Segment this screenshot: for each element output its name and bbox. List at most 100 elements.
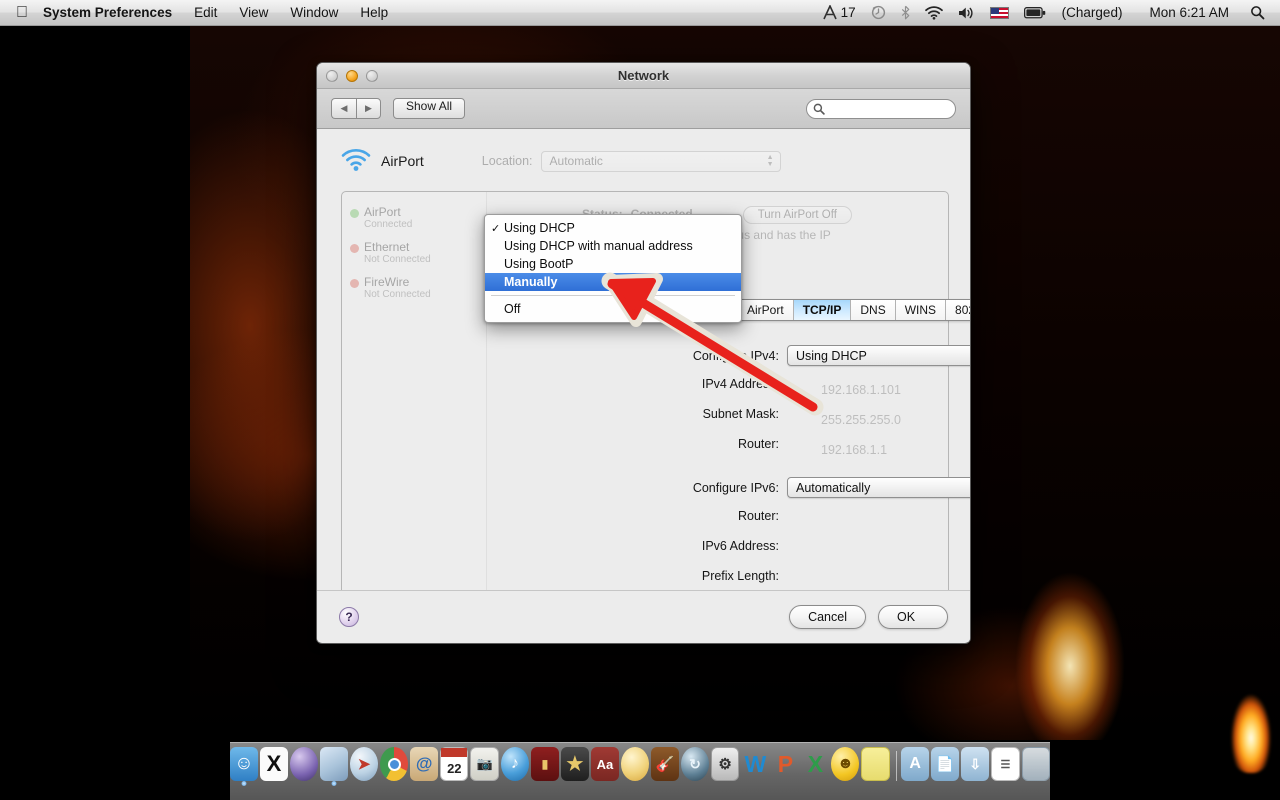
dock-item-imovie[interactable]: ★ — [560, 747, 589, 781]
menu-item-system-preferences[interactable]: System Preferences — [41, 0, 183, 25]
dock-item-stickies[interactable] — [861, 747, 890, 781]
checkmark-icon: ✓ — [491, 222, 501, 235]
menu-item-label: Off — [504, 302, 521, 316]
toolbar-search[interactable] — [806, 98, 956, 119]
dock-item-mail[interactable]: @ — [410, 747, 439, 781]
menu-item-edit[interactable]: Edit — [183, 0, 228, 25]
ipv6-address-label: IPv6 Address: — [701, 539, 779, 553]
configure-ipv4-dropdown-menu[interactable]: ✓ Using DHCP Using DHCP with manual addr… — [484, 214, 742, 323]
tab-tcpip[interactable]: TCP/IP — [793, 300, 852, 320]
services-sidebar[interactable]: AirPort Connected Ethernet Not Connected… — [342, 192, 487, 620]
location-popup-button[interactable]: Automatic ▲ ▼ — [540, 150, 781, 172]
close-button[interactable] — [326, 69, 338, 82]
window-title: Network — [617, 68, 670, 83]
dock-item-time-machine[interactable]: ↻ — [680, 747, 709, 781]
menu-item-using-dhcp[interactable]: ✓ Using DHCP — [485, 219, 741, 237]
dock-item-recent-items-stack[interactable]: ☰ — [991, 747, 1020, 781]
dock-item-microsoft-word[interactable]: W — [741, 747, 769, 781]
dock-item-yahoo-messenger[interactable]: ☻ — [831, 747, 860, 781]
tab-dns[interactable]: DNS — [851, 300, 896, 320]
running-indicator — [241, 781, 247, 786]
forward-arrow-icon[interactable]: ▶ — [356, 98, 381, 119]
dock-item-keynote[interactable]: ▮ — [530, 747, 559, 781]
menu-bar-clock[interactable]: Mon 6:21 AM — [1136, 0, 1242, 25]
dock: ☺ X ➤ @ 22 📷 ♪ ▮ ★ Aa 🎸 ↻ ⚙ W P X ☻ A 📄 … — [230, 742, 1050, 800]
search-input[interactable] — [806, 98, 956, 119]
acrobat-a-icon[interactable]: 17 — [816, 0, 863, 25]
menu-item-help[interactable]: Help — [349, 0, 399, 25]
window-titlebar[interactable]: Network — [317, 63, 970, 89]
dock-item-applications-folder[interactable]: A — [901, 747, 930, 781]
configure-ipv4-popup-button[interactable]: Using DHCP ▼ — [787, 345, 970, 366]
dock-item-itunes[interactable]: ♪ — [500, 747, 529, 781]
menu-item-off[interactable]: Off — [485, 300, 741, 318]
ipv6-router-row: Router: — [657, 509, 787, 523]
us-flag-input-icon[interactable] — [983, 0, 1016, 25]
tab-airport[interactable]: AirPort — [738, 300, 794, 320]
menu-item-manually[interactable]: Manually — [485, 273, 741, 291]
status-dot-icon — [350, 209, 359, 218]
acrobat-count-label: 17 — [840, 5, 856, 20]
configure-ipv6-popup-button[interactable]: Automatically ▼ — [787, 477, 970, 498]
battery-glyph — [1023, 6, 1045, 18]
dock-item-documents-folder[interactable]: 📄 — [931, 747, 960, 781]
minimize-button[interactable] — [346, 69, 358, 82]
bluetooth-icon[interactable] — [894, 0, 917, 25]
tab-wins[interactable]: WINS — [895, 300, 947, 320]
dock-item-garageband[interactable]: 🎸 — [650, 747, 679, 781]
finder-face-icon: ☺ — [234, 753, 254, 774]
window-traffic-lights — [317, 69, 378, 82]
window-toolbar: ◀ ▶ Show All — [317, 89, 970, 129]
zoom-button[interactable] — [366, 69, 378, 82]
acrobat-a-glyph — [822, 5, 837, 20]
dock-item-trash[interactable] — [1021, 747, 1050, 781]
sidebar-item-airport[interactable]: AirPort Connected — [342, 200, 486, 235]
network-preferences-window[interactable]: Network ◀ ▶ Show All AirPort Location: A… — [316, 62, 971, 644]
dock-item-dashboard[interactable] — [290, 747, 319, 781]
dock-item-system-preferences[interactable] — [320, 747, 349, 786]
dock-separator — [892, 747, 899, 785]
sidebar-item-firewire[interactable]: FireWire Not Connected — [342, 270, 486, 305]
volume-speaker-icon[interactable] — [951, 0, 982, 25]
menu-bar-status-items: 17 (Charged) Mon 6:21 AM — [816, 0, 1280, 25]
configure-ipv6-row: Configure IPv6: Automatically ▼ — [657, 477, 970, 498]
menu-item-window[interactable]: Window — [279, 0, 349, 25]
dock-item-photo-booth[interactable] — [620, 747, 649, 781]
menu-item-using-dhcp-manual-address[interactable]: Using DHCP with manual address — [485, 237, 741, 255]
show-all-button[interactable]: Show All — [393, 98, 466, 119]
dock-item-finder[interactable]: ☺ — [230, 747, 259, 786]
prefix-length-row: Prefix Length: — [657, 569, 787, 583]
battery-icon[interactable] — [1017, 0, 1053, 25]
time-machine-clock-icon[interactable] — [864, 0, 893, 25]
wifi-airport-icon[interactable] — [918, 0, 950, 25]
dock-item-excel[interactable]: X — [801, 747, 829, 781]
help-question-icon[interactable]: ? — [339, 606, 359, 627]
apple-logo-icon[interactable]:  — [0, 0, 41, 25]
menu-item-label: Using BootP — [504, 257, 574, 271]
turn-airport-off-button[interactable]: Turn AirPort Off — [742, 206, 852, 224]
airport-wifi-icon — [341, 149, 371, 173]
sidebar-item-ethernet[interactable]: Ethernet Not Connected — [342, 235, 486, 270]
menu-bar:  System Preferences Edit View Window He… — [0, 0, 1280, 26]
dock-item-downloads-folder[interactable]: ⇩ — [961, 747, 990, 781]
back-arrow-icon[interactable]: ◀ — [331, 98, 356, 119]
dock-item-google-chrome[interactable] — [380, 747, 409, 781]
menu-item-label: Using DHCP with manual address — [504, 239, 693, 253]
dock-item-automator[interactable]: ⚙ — [710, 747, 740, 781]
dock-item-safari[interactable]: ➤ — [350, 747, 379, 781]
menu-item-using-bootp[interactable]: Using BootP — [485, 255, 741, 273]
menu-item-view[interactable]: View — [228, 0, 279, 25]
dock-item-ical[interactable]: 22 — [440, 747, 469, 781]
location-label: Location: — [481, 154, 533, 168]
location-row: Location: Automatic ▲ ▼ — [481, 150, 781, 172]
spotlight-search-icon[interactable] — [1243, 0, 1272, 25]
dock-item-powerpoint[interactable]: P — [771, 747, 799, 781]
dock-item-iphoto[interactable]: 📷 — [470, 747, 499, 781]
tab-8021x[interactable]: 802.1X — [946, 300, 970, 320]
service-status: Connected — [364, 219, 413, 230]
dock-item-dictionary[interactable]: Aa — [590, 747, 619, 781]
search-glyph — [813, 103, 825, 115]
dock-item-xcode[interactable]: X — [260, 747, 289, 781]
configure-ipv4-value: Using DHCP — [796, 348, 867, 363]
airport-wifi-glyph — [341, 149, 371, 171]
